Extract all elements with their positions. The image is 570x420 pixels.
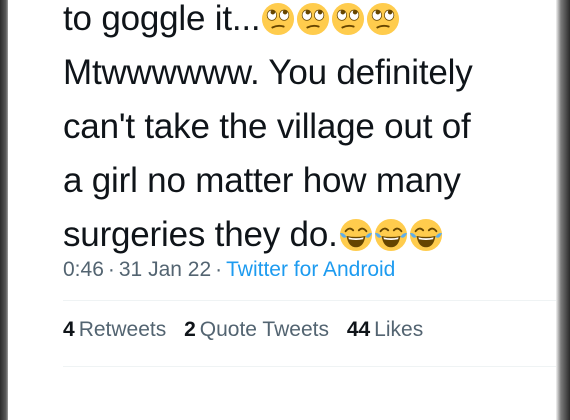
rolling-eyes-emoji-icon: [367, 2, 400, 36]
tweet-stats: 4 Retweets 2 Quote Tweets 44 Likes: [63, 316, 435, 344]
tweet-text: to goggle it... Mtwwwwww. You definitely…: [63, 0, 553, 262]
tweet-source-link[interactable]: Twitter for Android: [226, 258, 395, 281]
photo-edge-right: [556, 0, 570, 420]
rolling-eyes-emoji-icon: [262, 2, 295, 36]
retweets-stat[interactable]: 4 Retweets: [63, 318, 166, 341]
retweets-label: Retweets: [78, 318, 167, 341]
likes-count: 44: [346, 318, 371, 341]
tweet-date[interactable]: 31 Jan 22: [119, 258, 211, 281]
tears-of-joy-emoji-icon: [374, 218, 407, 252]
likes-stat[interactable]: 44 Likes: [347, 318, 423, 341]
tweet-line-text: Mtwwwwww. You definitely: [63, 53, 473, 92]
separator-dot: ·: [107, 258, 115, 281]
tweet-line-4: a girl no matter how many: [63, 154, 553, 208]
tweet-line-text: can't take the village out of: [63, 107, 471, 146]
tweet-timestamp: 0:46 · 31 Jan 22 · Twitter for Android: [63, 256, 395, 284]
tweet-line-text: a girl no matter how many: [63, 161, 461, 200]
tweet-line-5: surgeries they do.: [63, 208, 553, 262]
tweet-line-2: Mtwwwwww. You definitely: [63, 46, 553, 100]
tears-of-joy-emoji-icon: [339, 218, 372, 252]
quote-tweets-stat[interactable]: 2 Quote Tweets: [184, 318, 329, 341]
rolling-eyes-emoji-icon: [297, 2, 330, 36]
emoji-group: [260, 0, 400, 38]
separator-dot: ·: [215, 258, 223, 281]
retweets-count: 4: [63, 318, 75, 341]
tweet-line-text: surgeries they do.: [63, 215, 338, 254]
tweet-line-text: to goggle it...: [63, 0, 261, 38]
tweet-line-1: to goggle it...: [63, 0, 553, 46]
rolling-eyes-emoji-icon: [332, 2, 365, 36]
tweet-time[interactable]: 0:46: [63, 258, 104, 281]
tweet-line-3: can't take the village out of: [63, 100, 553, 154]
likes-label: Likes: [374, 318, 424, 341]
quote-tweets-label: Quote Tweets: [199, 318, 329, 341]
tears-of-joy-emoji-icon: [409, 218, 442, 252]
divider: [63, 300, 556, 301]
quote-tweets-count: 2: [184, 318, 196, 341]
tweet-card: to goggle it... Mtwwwwww. You definitely…: [8, 0, 556, 420]
divider: [63, 366, 556, 367]
emoji-group: [338, 215, 443, 254]
